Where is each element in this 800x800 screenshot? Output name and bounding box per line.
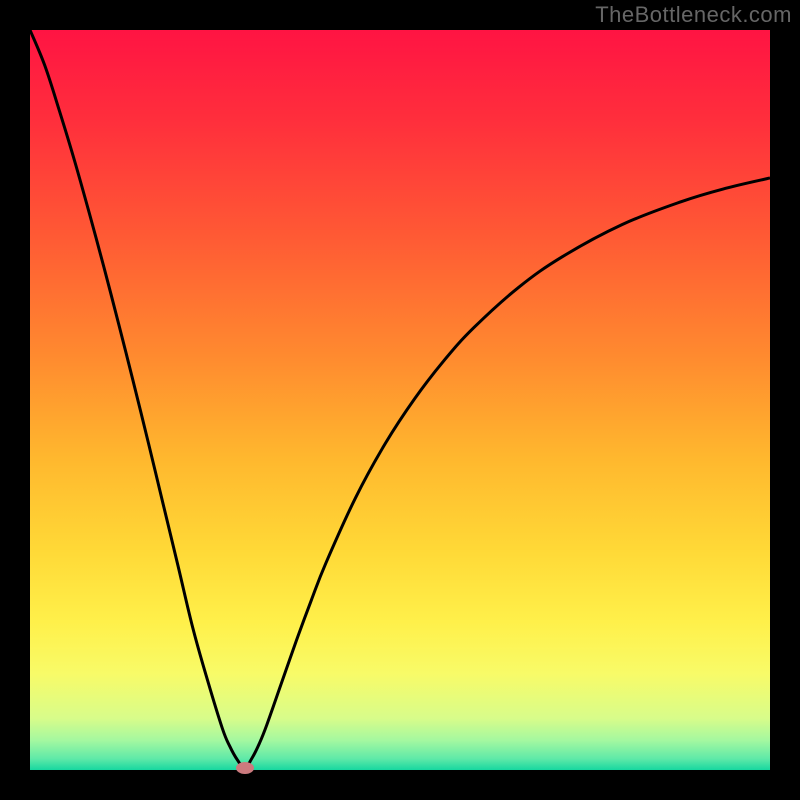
- chart-container: TheBottleneck.com: [0, 0, 800, 800]
- chart-plot-area: [30, 30, 770, 770]
- watermark-text: TheBottleneck.com: [595, 2, 792, 28]
- dip-marker-icon: [234, 760, 256, 776]
